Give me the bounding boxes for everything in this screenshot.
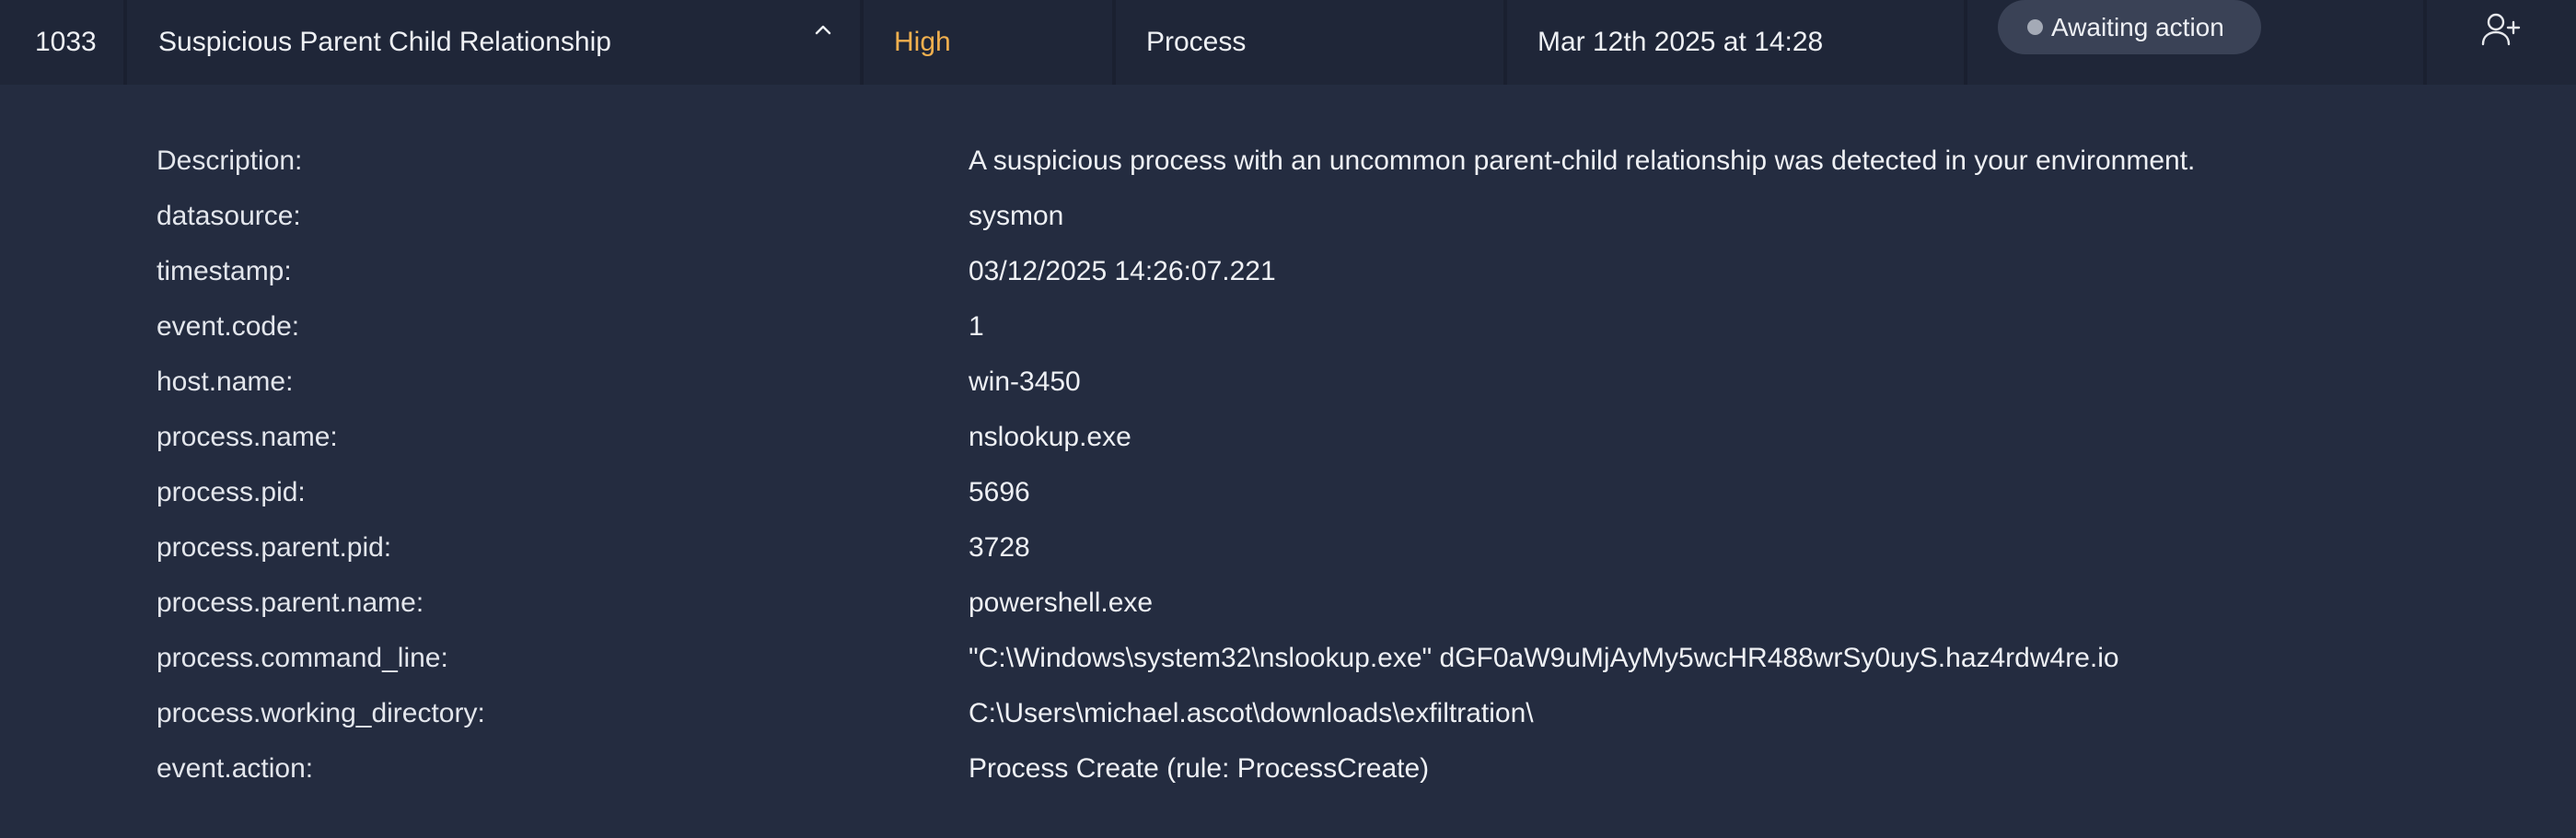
column-divider xyxy=(1503,0,1507,85)
alert-title[interactable]: Suspicious Parent Child Relationship xyxy=(158,0,611,85)
detail-row: event.code: 1 xyxy=(0,313,2576,368)
detail-key: process.name: xyxy=(157,422,338,452)
detail-row: host.name: win-3450 xyxy=(0,368,2576,424)
alert-details-panel: Description: A suspicious process with a… xyxy=(0,85,2576,838)
detail-value: A suspicious process with an uncommon pa… xyxy=(969,145,2196,176)
severity-label: High xyxy=(894,27,951,57)
detail-key: process.parent.pid: xyxy=(157,532,392,563)
detail-value: win-3450 xyxy=(969,367,1081,397)
detail-value: "C:\Windows\system32\nslookup.exe" dGF0a… xyxy=(969,643,2119,673)
detail-key: Description: xyxy=(157,145,303,176)
column-divider xyxy=(2423,0,2427,85)
detail-row: process.pid: 5696 xyxy=(0,479,2576,534)
category-label: Process xyxy=(1146,27,1247,57)
alert-page: 1033 Suspicious Parent Child Relationshi… xyxy=(0,0,2576,838)
detail-value: 1 xyxy=(969,311,984,342)
detail-row: datasource: sysmon xyxy=(0,203,2576,258)
column-divider xyxy=(1112,0,1116,85)
detail-key: host.name: xyxy=(157,367,294,397)
status-badge[interactable]: Awaiting action xyxy=(1998,0,2261,54)
detail-row: process.working_directory: C:\Users\mich… xyxy=(0,700,2576,755)
detail-row: process.command_line: "C:\Windows\system… xyxy=(0,645,2576,700)
detail-value: 5696 xyxy=(969,477,1030,507)
status-dot-icon xyxy=(2027,19,2043,35)
detail-key: process.pid: xyxy=(157,477,306,507)
add-user-icon[interactable] xyxy=(2480,11,2521,48)
detail-row: event.action: Process Create (rule: Proc… xyxy=(0,755,2576,810)
detail-value: powershell.exe xyxy=(969,588,1154,618)
alert-time: Mar 12th 2025 at 14:28 xyxy=(1537,27,1824,57)
status-label: Awaiting action xyxy=(2051,12,2224,41)
alert-id: 1033 xyxy=(35,27,97,57)
detail-row: process.parent.pid: 3728 xyxy=(0,534,2576,589)
detail-row: timestamp: 03/12/2025 14:26:07.221 xyxy=(0,258,2576,313)
detail-key: process.parent.name: xyxy=(157,588,424,618)
column-divider xyxy=(123,0,127,85)
detail-key: event.code: xyxy=(157,311,300,342)
detail-row: process.parent.name: powershell.exe xyxy=(0,589,2576,645)
detail-key: process.working_directory: xyxy=(157,698,485,728)
chevron-up-icon[interactable] xyxy=(810,17,836,42)
alert-row[interactable]: 1033 Suspicious Parent Child Relationshi… xyxy=(0,0,2576,87)
detail-value: C:\Users\michael.ascot\downloads\exfiltr… xyxy=(969,698,1534,728)
detail-key: process.command_line: xyxy=(157,643,448,673)
detail-row: Description: A suspicious process with a… xyxy=(0,147,2576,203)
detail-key: timestamp: xyxy=(157,256,292,286)
detail-value: sysmon xyxy=(969,201,1064,231)
detail-row: process.name: nslookup.exe xyxy=(0,424,2576,479)
detail-value: 03/12/2025 14:26:07.221 xyxy=(969,256,1276,286)
detail-value: Process Create (rule: ProcessCreate) xyxy=(969,753,1430,784)
column-divider xyxy=(1964,0,1967,85)
detail-value: 3728 xyxy=(969,532,1030,563)
column-divider xyxy=(860,0,864,85)
detail-value: nslookup.exe xyxy=(969,422,1131,452)
detail-key: event.action: xyxy=(157,753,314,784)
detail-key: datasource: xyxy=(157,201,301,231)
